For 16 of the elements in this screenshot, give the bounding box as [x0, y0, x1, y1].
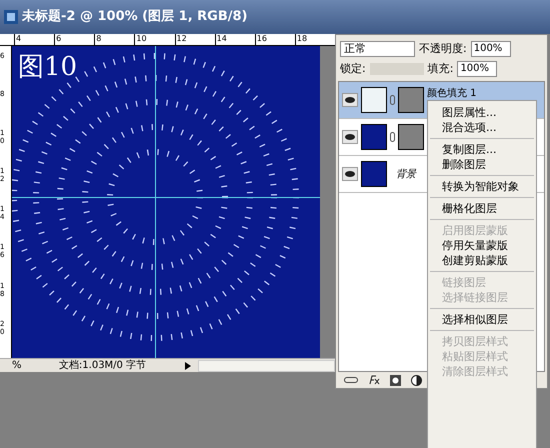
ruler-label: 10	[134, 34, 174, 45]
ruler-label: 12	[174, 34, 215, 45]
opacity-label: 不透明度:	[419, 40, 467, 57]
ruler-label: 8	[94, 34, 134, 45]
ruler-label: 4	[14, 34, 54, 45]
layer-name: 颜色填充 1	[427, 86, 477, 101]
fill-label: 填充:	[428, 60, 454, 77]
lock-label: 锁定:	[340, 60, 366, 77]
layer-name: 背景	[395, 168, 416, 182]
ruler-label: 6	[54, 34, 94, 45]
ruler-label: 16	[254, 34, 295, 45]
zoom-value: %	[11, 359, 22, 373]
window-title: 未标题-2 @ 100% (图层 1, RGB/8)	[22, 8, 248, 26]
document-size: 文档:1.03M/0 字节	[58, 358, 148, 373]
canvas-caption: 图10	[18, 51, 78, 84]
ruler-label: 14	[214, 34, 255, 45]
